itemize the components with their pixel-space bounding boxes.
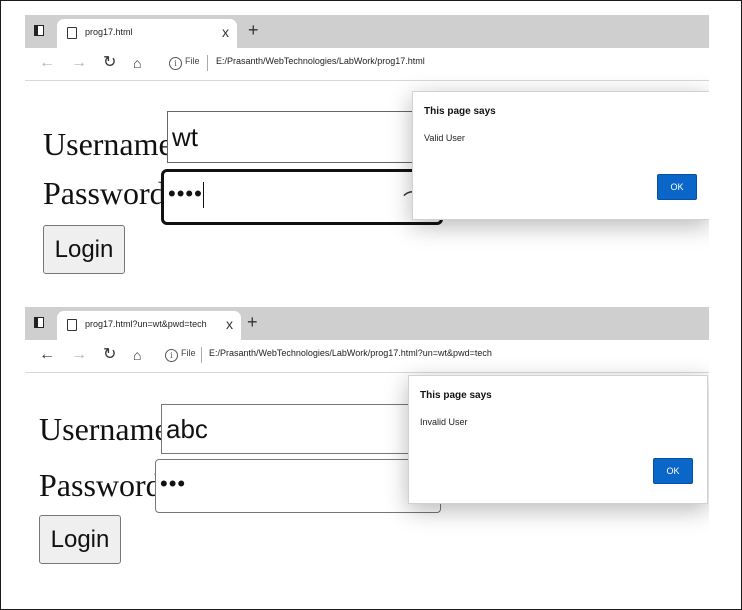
login-button[interactable]: Login xyxy=(39,515,121,564)
browser-window-invalid: prog17.html?un=wt&pwd=tech x + ← → ↻ ⌂ i… xyxy=(25,307,709,597)
new-tab-icon[interactable]: + xyxy=(247,311,258,333)
password-input[interactable]: •••• xyxy=(161,169,443,225)
username-label: Username: xyxy=(39,411,178,447)
tab-actions-icon[interactable] xyxy=(34,25,44,36)
password-label: Password: xyxy=(43,175,175,211)
ok-button[interactable]: OK xyxy=(653,458,693,484)
browser-window-valid: prog17.html x + ← → ↻ ⌂ i File E:/Prasan… xyxy=(25,15,709,291)
ok-button[interactable]: OK xyxy=(657,174,697,200)
home-icon[interactable]: ⌂ xyxy=(133,54,141,72)
login-button[interactable]: Login xyxy=(43,225,125,274)
home-icon[interactable]: ⌂ xyxy=(133,346,141,364)
address-separator xyxy=(207,55,208,71)
tab-actions-icon[interactable] xyxy=(34,317,44,328)
dialog-title: This page says xyxy=(424,106,496,117)
back-arrow-icon[interactable]: ← xyxy=(39,346,55,364)
address-separator xyxy=(201,347,202,363)
browser-tab[interactable]: prog17.html x xyxy=(57,19,237,48)
forward-arrow-icon[interactable]: → xyxy=(71,346,87,364)
page-icon xyxy=(67,27,77,39)
dialog-title: This page says xyxy=(420,390,492,401)
tab-title: prog17.html xyxy=(85,27,133,37)
alert-dialog: This page says Valid User OK xyxy=(412,91,709,220)
tab-title: prog17.html?un=wt&pwd=tech xyxy=(85,319,207,329)
address-url[interactable]: E:/Prasanth/WebTechnologies/LabWork/prog… xyxy=(216,56,425,66)
file-label: File xyxy=(181,348,196,358)
tab-close-icon[interactable]: x xyxy=(222,24,229,40)
password-label: Password: xyxy=(39,467,171,503)
info-icon[interactable]: i xyxy=(169,57,182,70)
alert-dialog: This page says Invalid User OK xyxy=(408,375,708,504)
browser-tab[interactable]: prog17.html?un=wt&pwd=tech x xyxy=(57,311,241,340)
password-value: ••• xyxy=(160,471,187,496)
forward-arrow-icon[interactable]: → xyxy=(71,54,87,72)
tab-strip: prog17.html x + xyxy=(25,15,709,48)
page-icon xyxy=(67,319,77,331)
file-label: File xyxy=(185,56,200,66)
new-tab-icon[interactable]: + xyxy=(248,19,259,41)
dialog-message: Valid User xyxy=(424,133,465,143)
address-toolbar: ← → ↻ ⌂ i File E:/Prasanth/WebTechnologi… xyxy=(25,48,709,81)
info-icon[interactable]: i xyxy=(165,349,178,362)
back-arrow-icon[interactable]: ← xyxy=(39,54,55,72)
tab-close-icon[interactable]: x xyxy=(226,316,233,332)
address-toolbar: ← → ↻ ⌂ i File E:/Prasanth/WebTechnologi… xyxy=(25,340,709,373)
reload-icon[interactable]: ↻ xyxy=(103,346,116,364)
username-input[interactable]: abc xyxy=(161,404,441,454)
username-value: abc xyxy=(166,414,208,444)
password-value: •••• xyxy=(168,181,203,206)
text-caret xyxy=(202,182,204,209)
dialog-message: Invalid User xyxy=(420,417,468,427)
outer-frame: prog17.html x + ← → ↻ ⌂ i File E:/Prasan… xyxy=(0,0,742,610)
password-input[interactable]: ••• xyxy=(155,459,441,513)
username-label: Username: xyxy=(43,126,182,162)
tab-strip: prog17.html?un=wt&pwd=tech x + xyxy=(25,307,709,340)
username-value: wt xyxy=(172,122,198,152)
address-url[interactable]: E:/Prasanth/WebTechnologies/LabWork/prog… xyxy=(209,348,492,358)
reload-icon[interactable]: ↻ xyxy=(103,54,116,72)
